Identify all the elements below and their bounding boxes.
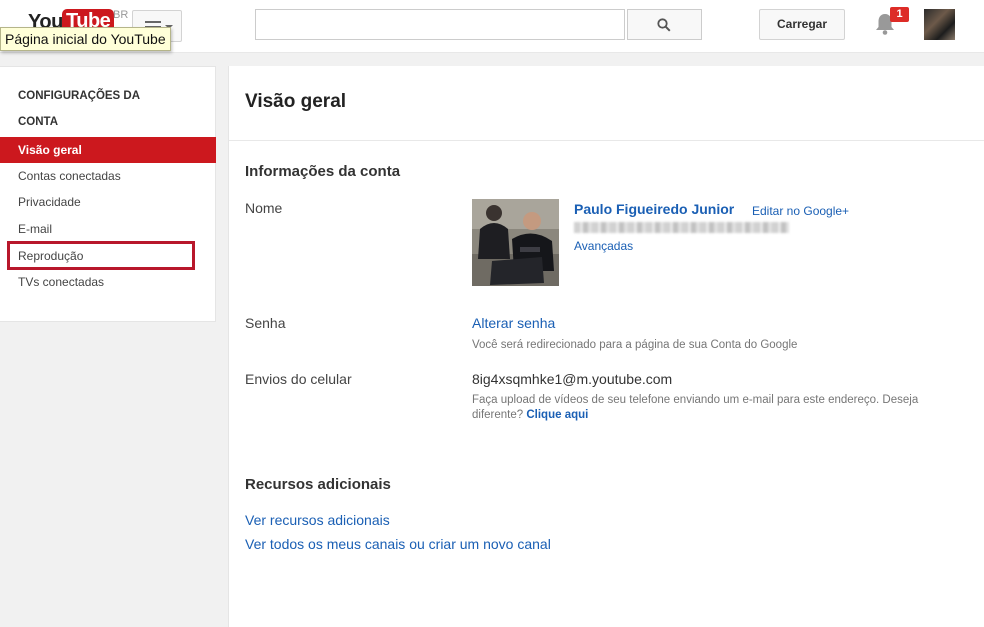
sidebar-item-privacidade[interactable]: Privacidade — [0, 189, 216, 215]
search-icon — [657, 18, 671, 32]
change-password-link[interactable]: Alterar senha — [472, 315, 555, 331]
sidebar-heading: CONFIGURAÇÕES DA CONTA — [18, 90, 141, 128]
search-input[interactable] — [255, 9, 625, 40]
page-header: Visão geral — [229, 66, 984, 141]
blurred-email-address — [574, 222, 789, 233]
mobile-uploads-label: Envios do celular — [245, 371, 352, 387]
mobile-note-line2: diferente? Clique aqui — [472, 409, 589, 421]
user-avatar[interactable] — [924, 9, 955, 40]
main-content: Visão geral Informações da conta Nome Pa… — [228, 66, 984, 627]
profile-name-link[interactable]: Paulo Figueiredo Junior — [574, 201, 734, 217]
name-label: Nome — [245, 200, 283, 216]
mobile-upload-email: 8ig4xsqmhke1@m.youtube.com — [472, 371, 673, 387]
mobile-note-line1: Faça upload de vídeos de seu telefone en… — [472, 394, 919, 406]
search-button[interactable] — [627, 9, 702, 40]
sidebar-item-contas-conectadas[interactable]: Contas conectadas — [0, 163, 216, 189]
sidebar-item-visao-geral[interactable]: Visão geral — [0, 137, 216, 163]
click-here-link[interactable]: Clique aqui — [526, 409, 588, 421]
advanced-link[interactable]: Avançadas — [574, 239, 633, 253]
page-title: Visão geral — [245, 91, 347, 112]
password-note: Você será redirecionado para a página de… — [472, 339, 798, 351]
view-additional-resources-link[interactable]: Ver recursos adicionais — [245, 512, 390, 528]
profile-picture[interactable] — [472, 199, 559, 286]
password-label: Senha — [245, 315, 286, 331]
upload-button[interactable]: Carregar — [759, 9, 845, 40]
logo-tooltip: Página inicial do YouTube — [0, 27, 171, 51]
profile-photo-image — [472, 199, 559, 286]
sidebar-item-email[interactable]: E-mail — [0, 216, 216, 242]
settings-sidebar: CONFIGURAÇÕES DA CONTA Visão geral Conta… — [0, 66, 216, 322]
masthead: You Tube BR Carregar 1 Página inicial do… — [0, 0, 984, 53]
notification-count-badge[interactable]: 1 — [890, 7, 909, 22]
logo-region-label: BR — [113, 9, 129, 21]
edit-google-plus-link[interactable]: Editar no Google+ — [752, 204, 849, 218]
additional-resources-title: Recursos adicionais — [245, 476, 391, 493]
sidebar-item-reproducao[interactable]: Reprodução — [0, 243, 216, 269]
sidebar-item-tvs-conectadas[interactable]: TVs conectadas — [0, 269, 216, 295]
view-all-channels-link[interactable]: Ver todos os meus canais ou criar um nov… — [245, 536, 551, 552]
account-info-title: Informações da conta — [245, 163, 401, 180]
